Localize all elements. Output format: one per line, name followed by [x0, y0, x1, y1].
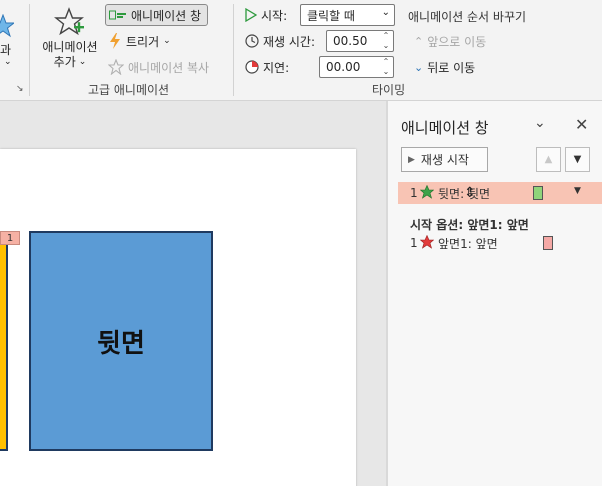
duration-value: 00.50: [333, 34, 368, 48]
delay-clock-icon: [245, 60, 259, 74]
red-star-icon: [419, 234, 435, 252]
group-heading: 시작 옵션: 앞면1: 앞면: [410, 218, 529, 232]
back-shape-text: 뒷면: [97, 328, 145, 359]
delay-spinner[interactable]: ⌃ ⌄: [380, 58, 392, 76]
animation-pane-button[interactable]: 애니메이션 창: [105, 4, 209, 26]
partial-effect-icon[interactable]: [0, 13, 16, 41]
move-up-button[interactable]: ▲: [536, 147, 561, 172]
move-later-button[interactable]: ⌄ 뒤로 이동: [414, 56, 475, 78]
delay-label: 지연:: [263, 60, 290, 75]
delay-value: 00.00: [326, 60, 361, 74]
item-label: 앞면1: 앞면: [438, 236, 498, 251]
move-down-button[interactable]: ▼: [565, 147, 590, 172]
pane-options-chevron-icon[interactable]: ⌄: [534, 115, 546, 131]
chevron-up-icon[interactable]: ⌃: [383, 58, 390, 66]
timing-group-label: 타이밍: [372, 83, 406, 97]
start-label: 시작:: [261, 8, 288, 23]
play-icon: ▶: [408, 154, 415, 165]
advanced-group-label: 고급 애니메이션: [88, 83, 170, 97]
trigger-button[interactable]: 트리거 ⌄: [108, 30, 171, 52]
pane-title: 애니메이션 창: [401, 119, 489, 137]
chevron-down-icon: ⌄: [78, 57, 87, 67]
move-earlier-label: 앞으로 이동: [427, 34, 487, 49]
duration-label: 재생 시간:: [263, 34, 316, 49]
star-brush-icon: [108, 59, 124, 75]
animation-pane-label: 애니메이션 창: [131, 8, 202, 23]
animation-painter-button[interactable]: 애니메이션 복사: [108, 56, 209, 78]
timing-bar[interactable]: [543, 236, 553, 250]
play-from-button[interactable]: ▶ 재생 시작: [401, 147, 488, 172]
slide-editing-area: 1 뒷면: [0, 101, 386, 486]
resize-cursor-icon: ⇕: [464, 185, 476, 201]
play-label: 재생 시작: [420, 153, 469, 167]
chevron-down-icon[interactable]: ⌄: [383, 68, 390, 76]
reorder-title: 애니메이션 순서 바꾸기: [408, 10, 527, 24]
add-animation-label-2: 추가 ⌄: [53, 55, 87, 69]
add-animation-label-1: 애니메이션: [42, 40, 98, 54]
lightning-icon: [108, 33, 122, 49]
duration-label-row: 재생 시간:: [245, 30, 315, 52]
separator: [233, 4, 234, 96]
play-triangle-icon: [245, 8, 257, 22]
animation-painter-label: 애니메이션 복사: [128, 60, 210, 75]
ribbon: 과 ⌄ ↘ 애니메이션 추가 ⌄ 애니메이션 창 트리거 ⌄ 애니메이션 복사 고…: [0, 0, 602, 101]
delay-input[interactable]: 00.00 ⌃ ⌄: [319, 56, 394, 78]
chevron-down-icon[interactable]: ⌄: [383, 42, 390, 50]
duration-input[interactable]: 00.50 ⌃ ⌄: [326, 30, 394, 52]
chevron-down-icon: ⌄: [381, 7, 390, 18]
dialog-launcher-icon[interactable]: ↘: [16, 84, 24, 94]
slide[interactable]: 1 뒷면: [0, 149, 356, 486]
trigger-label: 트리거: [126, 34, 160, 49]
animation-pane: 애니메이션 창 ⌄ ✕ ▶ 재생 시작 ▲ ▼ 1 뒷면: 뒷면 ▼ ⇕ 시작 …: [388, 101, 602, 486]
start-label-row: 시작:: [245, 4, 287, 26]
start-value: 클릭할 때: [307, 8, 355, 23]
clock-icon: [245, 34, 259, 48]
tag-number: 1: [6, 232, 14, 244]
chevron-down-icon: ⌄: [4, 57, 12, 67]
move-later-label: 뒤로 이동: [427, 60, 476, 75]
move-earlier-button[interactable]: ⌃ 앞으로 이동: [414, 30, 486, 52]
delay-label-row: 지연:: [245, 56, 289, 78]
front-shape[interactable]: [0, 233, 8, 451]
item-number: 1: [410, 236, 418, 250]
animation-order-tag[interactable]: 1: [0, 231, 20, 245]
animation-item[interactable]: 1 뒷면: 뒷면 ▼: [398, 182, 602, 204]
chevron-up-icon: ⌃: [414, 34, 424, 48]
triangle-down-icon: ▼: [573, 154, 582, 165]
chevron-down-icon: ⌄: [414, 60, 424, 74]
chevron-up-icon[interactable]: ⌃: [383, 32, 390, 40]
timing-bar[interactable]: [533, 186, 543, 200]
partial-left-label: 과: [0, 43, 12, 57]
add-animation-button[interactable]: 애니메이션 추가 ⌄: [38, 6, 102, 70]
item-dropdown-icon[interactable]: ▼: [574, 186, 581, 196]
start-dropdown[interactable]: 클릭할 때 ⌄: [300, 4, 395, 26]
triangle-up-icon: ▲: [544, 154, 553, 165]
close-icon[interactable]: ✕: [575, 115, 588, 134]
chevron-down-icon: ⌄: [163, 36, 171, 46]
green-star-icon: [419, 184, 435, 202]
back-shape[interactable]: 뒷면: [29, 231, 213, 451]
separator: [29, 4, 30, 96]
animation-pane-icon: [109, 9, 127, 21]
animation-item[interactable]: 1 앞면1: 앞면: [398, 232, 602, 254]
item-number: 1: [410, 186, 418, 200]
star-add-icon: [54, 6, 86, 40]
duration-spinner[interactable]: ⌃ ⌄: [380, 32, 392, 50]
